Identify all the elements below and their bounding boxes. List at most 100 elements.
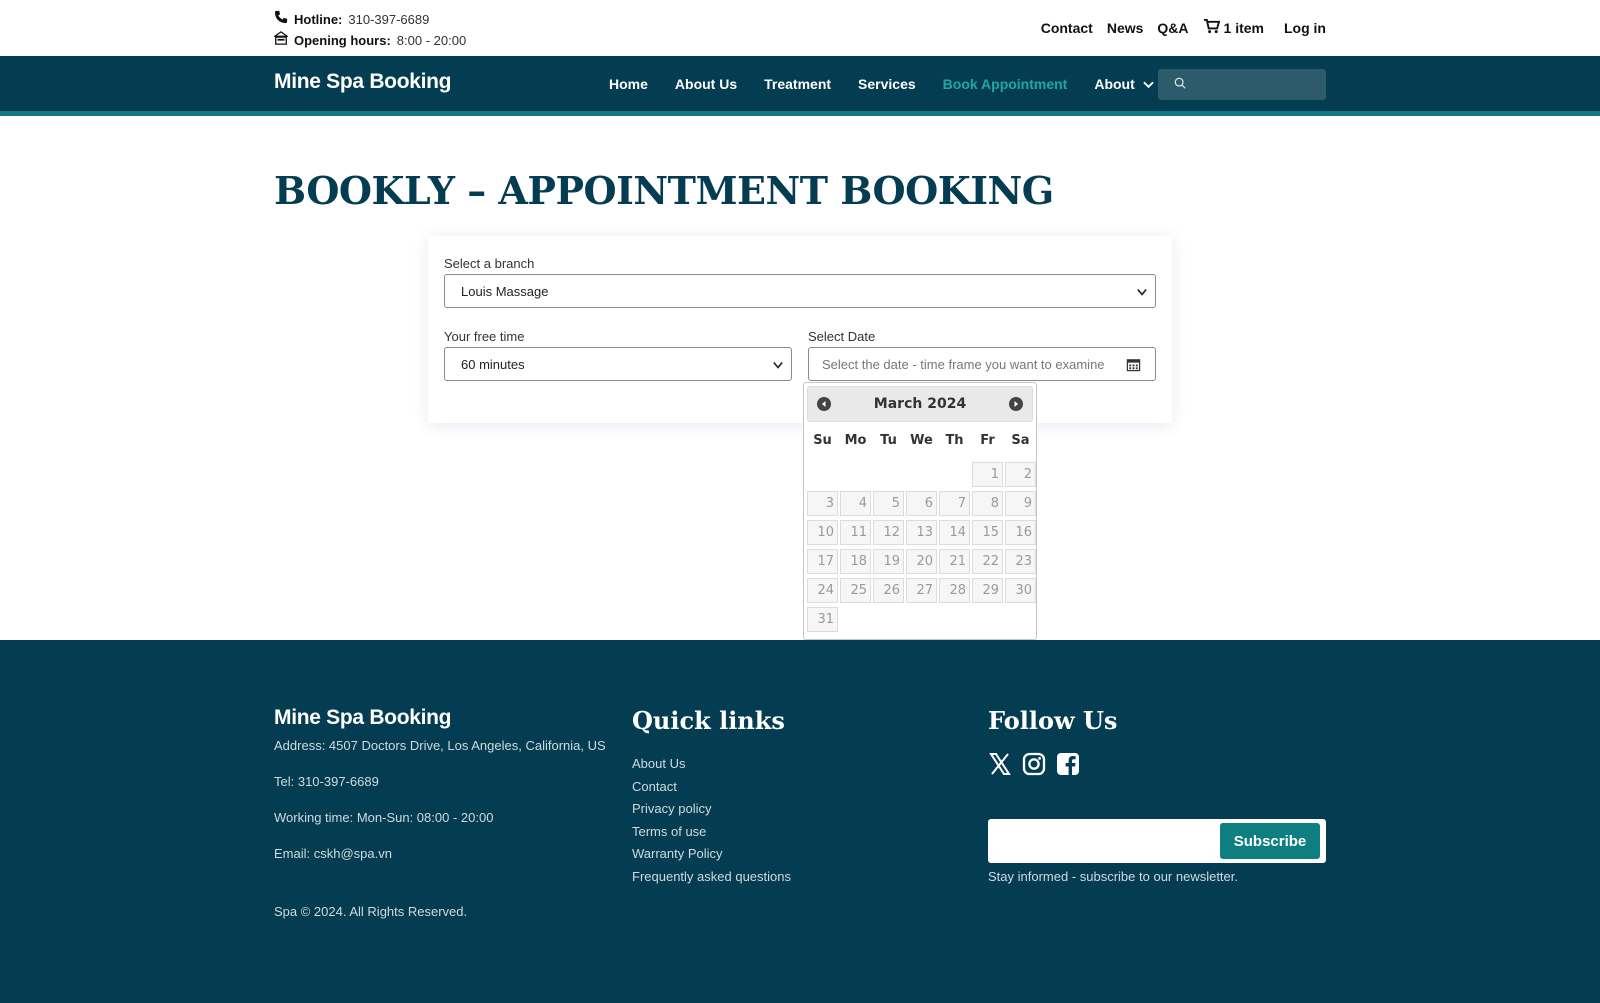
x-icon[interactable] [988,752,1012,781]
store-icon [272,30,290,51]
calendar-day[interactable]: 16 [1005,520,1036,545]
nav-item-about-dropdown[interactable]: About [1094,76,1154,92]
site-brand[interactable]: Mine Spa Booking [274,70,452,94]
calendar-day[interactable]: 3 [807,491,838,516]
free-time-select[interactable]: 60 minutes [444,347,792,381]
newsletter-email-input[interactable] [996,827,1216,855]
hotline-value: 310-397-6689 [348,12,430,27]
search-input[interactable] [1194,77,1314,92]
chevron-down-icon [773,358,783,373]
calendar-day[interactable]: 11 [840,520,871,545]
datepicker-header: March 2024 [807,386,1033,422]
calendar-day[interactable]: 24 [807,578,838,603]
calendar-day[interactable]: 14 [939,520,970,545]
weekday-header: Mo [844,433,867,448]
phone-icon [274,9,288,30]
calendar-day[interactable]: 31 [807,607,838,632]
empty-day-cell [873,462,904,487]
calendar-day[interactable]: 27 [906,578,937,603]
newsletter-form: Subscribe [988,819,1326,863]
quick-link-warranty-policy[interactable]: Warranty Policy [632,846,723,861]
calendar-day[interactable]: 8 [972,491,1003,516]
calendar-day[interactable]: 26 [873,578,904,603]
cart-button[interactable]: 1 item [1203,19,1264,37]
quick-link-about-us[interactable]: About Us [632,756,685,771]
weekday-header: Th [945,433,964,448]
footer-copyright: Spa © 2024. All Rights Reserved. [274,904,468,919]
calendar-day[interactable]: 22 [972,549,1003,574]
calendar-day[interactable]: 28 [939,578,970,603]
footer-brand: Mine Spa Booking [274,706,452,729]
calendar-day[interactable]: 15 [972,520,1003,545]
free-time-label: Your free time [444,329,525,344]
calendar-day[interactable]: 5 [873,491,904,516]
facebook-icon[interactable] [1056,752,1080,781]
calendar-icon[interactable] [1126,357,1141,375]
nav-item-book-appointment[interactable]: Book Appointment [943,76,1068,92]
subscribe-button[interactable]: Subscribe [1220,823,1320,859]
calendar-day[interactable]: 4 [840,491,871,516]
booking-form-card: Select a branch Louis Massage Your free … [428,236,1172,423]
prev-month-icon[interactable] [817,397,831,411]
instagram-icon[interactable] [1022,752,1046,781]
empty-day-cell [906,462,937,487]
branch-label: Select a branch [444,256,535,271]
datepicker-month-title: March 2024 [873,396,967,412]
top-link-contact[interactable]: Contact [1041,20,1093,36]
hours-value: 8:00 - 20:00 [396,33,467,48]
date-input[interactable]: Select the date - time frame you want to… [808,347,1156,381]
next-month-icon[interactable] [1009,397,1023,411]
calendar-day[interactable]: 25 [840,578,871,603]
weekday-header: Sa [1011,433,1030,448]
quick-link-terms-of-use[interactable]: Terms of use [632,824,706,839]
quick-links-title: Quick links [632,706,785,735]
hours-row: Opening hours: 8:00 - 20:00 [272,30,467,51]
hotline-label: Hotline: [294,12,343,27]
calendar-day[interactable]: 21 [939,549,970,574]
newsletter-note: Stay informed - subscribe to our newslet… [988,869,1239,884]
branch-select-value: Louis Massage [461,283,549,299]
hotline-row: Hotline: 310-397-6689 [274,9,466,30]
search-box[interactable] [1158,69,1326,100]
free-time-select-value: 60 minutes [461,356,525,372]
chevron-down-icon [1143,76,1154,92]
calendar-day[interactable]: 13 [906,520,937,545]
hours-label: Opening hours: [294,33,391,48]
calendar-day[interactable]: 20 [906,549,937,574]
datepicker-popup: March 2024 Su Mo Tu We Th Fr Sa 1 2 3 4 5 6 7 8 9 10 11 12… [803,382,1037,640]
nav-item-services[interactable]: Services [858,76,916,92]
branch-select[interactable]: Louis Massage [444,274,1156,308]
date-label: Select Date [808,329,876,344]
nav-item-about-label: About [1094,76,1135,92]
footer-working-time: Working time: Mon-Sun: 08:00 - 20:00 [274,810,494,825]
calendar-day[interactable]: 17 [807,549,838,574]
top-link-news[interactable]: News [1107,20,1144,36]
chevron-down-icon [1137,285,1147,300]
empty-day-cell [840,462,871,487]
calendar-day[interactable]: 9 [1005,491,1036,516]
calendar-day[interactable]: 2 [1005,462,1036,487]
nav-item-about-us[interactable]: About Us [675,76,737,92]
social-icons [988,752,1080,781]
footer-tel: Tel: 310-397-6689 [274,774,379,789]
nav-item-home[interactable]: Home [609,76,648,92]
calendar-day[interactable]: 29 [972,578,1003,603]
contact-info: Hotline: 310-397-6689 Opening hours: 8:0… [272,9,467,51]
calendar-day[interactable]: 19 [873,549,904,574]
calendar-day[interactable]: 1 [972,462,1003,487]
nav-item-treatment[interactable]: Treatment [764,76,831,92]
calendar-day[interactable]: 12 [873,520,904,545]
cart-label: 1 item [1223,20,1264,36]
calendar-day[interactable]: 30 [1005,578,1036,603]
calendar-day[interactable]: 18 [840,549,871,574]
calendar-day[interactable]: 10 [807,520,838,545]
quick-link-contact[interactable]: Contact [632,779,677,794]
top-link-qa[interactable]: Q&A [1157,20,1188,36]
calendar-day[interactable]: 23 [1005,549,1036,574]
quick-link-privacy-policy[interactable]: Privacy policy [632,801,711,816]
datepicker-grid: Su Mo Tu We Th Fr Sa 1 2 3 4 5 6 7 8 9 10 11 12 13 14 15 16 17 1… [807,430,1036,632]
login-link[interactable]: Log in [1284,20,1326,36]
quick-link-faq[interactable]: Frequently asked questions [632,869,791,884]
calendar-day[interactable]: 7 [939,491,970,516]
calendar-day[interactable]: 6 [906,491,937,516]
